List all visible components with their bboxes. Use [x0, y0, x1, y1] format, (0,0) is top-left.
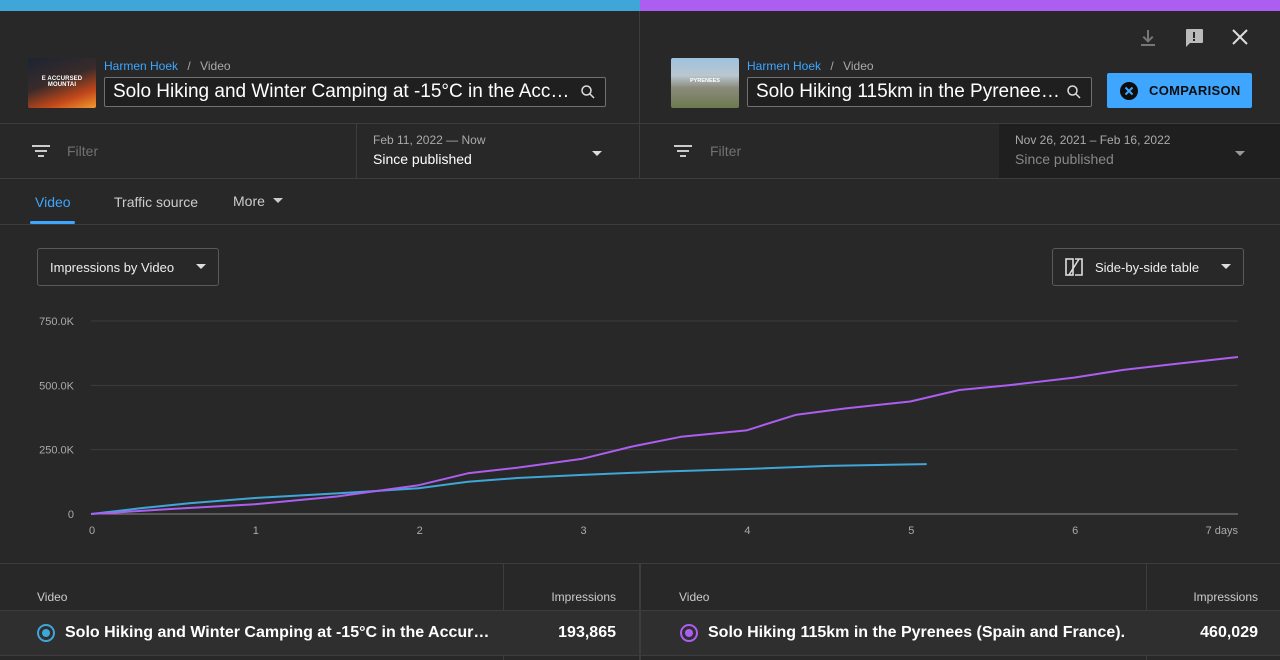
y-tick-label: 250.0K — [39, 445, 75, 457]
chevron-down-icon — [196, 264, 206, 269]
right-breadcrumb: Harmen Hoek / Video — [747, 59, 874, 73]
left-col-impressions-header[interactable]: Impressions — [516, 590, 616, 604]
x-tick-label: 4 — [744, 525, 750, 537]
series-line-2 — [90, 356, 1239, 515]
right-thumbnail-caption: PYRENEES — [690, 78, 720, 84]
right-date-range: Nov 26, 2021 – Feb 16, 2022 — [1015, 133, 1171, 147]
feedback-icon[interactable] — [1182, 26, 1206, 50]
right-date-label: Since published — [1015, 151, 1114, 167]
download-icon[interactable] — [1136, 26, 1160, 50]
right-breadcrumb-separator: / — [830, 59, 834, 73]
tab-video[interactable]: Video — [35, 194, 71, 210]
left-video-color-bar — [0, 0, 640, 11]
close-circle-icon — [1120, 81, 1138, 100]
chevron-down-icon — [272, 198, 283, 203]
comparison-button[interactable]: COMPARISON — [1107, 73, 1252, 108]
panel-divider — [639, 11, 640, 179]
comparison-label: COMPARISON — [1149, 83, 1241, 98]
search-icon[interactable] — [1065, 83, 1083, 101]
left-filter-icon[interactable] — [30, 141, 52, 166]
y-tick-label: 750.0K — [39, 316, 75, 328]
right-video-thumbnail: PYRENEES — [671, 58, 739, 108]
x-tick-label: 3 — [581, 525, 587, 537]
search-icon[interactable] — [579, 83, 597, 101]
right-channel-link[interactable]: Harmen Hoek — [747, 59, 821, 73]
left-breadcrumb-type: Video — [200, 59, 231, 73]
left-breadcrumb-separator: / — [187, 59, 191, 73]
x-tick-label: 6 — [1072, 525, 1078, 537]
x-tick-label: 2 — [417, 525, 423, 537]
x-tick-label: 7 days — [1206, 525, 1239, 537]
right-col-video-header[interactable]: Video — [679, 590, 709, 604]
left-row-impressions: 193,865 — [558, 624, 616, 641]
metric-dropdown[interactable]: Impressions by Video — [37, 248, 219, 286]
left-video-search-input[interactable]: Solo Hiking and Winter Camping at -15°C … — [104, 77, 606, 107]
close-icon[interactable] — [1228, 25, 1252, 49]
left-col-video-header[interactable]: Video — [37, 590, 67, 604]
right-video-title: Solo Hiking 115km in the Pyrenees (Spain… — [756, 81, 1065, 102]
left-date-range-picker[interactable]: Feb 11, 2022 — Now Since published — [373, 133, 623, 167]
impressions-chart: 0 250.0K 500.0K 750.0K 0 1 2 3 4 5 6 7 days — [0, 300, 1280, 550]
chevron-down-icon[interactable] — [1234, 145, 1246, 163]
divider — [0, 655, 1280, 656]
right-video-search-input[interactable]: Solo Hiking 115km in the Pyrenees (Spain… — [747, 77, 1092, 107]
right-series-radio[interactable] — [680, 624, 698, 642]
divider — [356, 124, 357, 178]
left-filter-input[interactable]: Filter — [67, 143, 98, 159]
x-tick-label: 1 — [253, 525, 259, 537]
left-series-radio[interactable] — [37, 624, 55, 642]
right-col-impressions-header[interactable]: Impressions — [1158, 590, 1258, 604]
divider — [0, 224, 1280, 225]
left-thumbnail-caption: E ACCURSED MOUNTAI — [41, 76, 83, 88]
divider — [0, 178, 1280, 179]
view-mode-label: Side-by-side table — [1095, 259, 1200, 275]
right-filter-input[interactable]: Filter — [710, 143, 741, 159]
left-date-range: Feb 11, 2022 — Now — [373, 133, 486, 147]
left-video-thumbnail: E ACCURSED MOUNTAI — [28, 58, 96, 108]
y-tick-label: 0 — [68, 509, 74, 521]
right-row-impressions: 460,029 — [1200, 624, 1258, 641]
compare-icon — [1065, 258, 1083, 276]
left-row-title[interactable]: Solo Hiking and Winter Camping at -15°C … — [65, 624, 493, 642]
chevron-down-icon — [1221, 264, 1231, 269]
right-breadcrumb-type: Video — [843, 59, 874, 73]
left-breadcrumb: Harmen Hoek / Video — [104, 59, 231, 73]
right-row-title[interactable]: Solo Hiking 115km in the Pyrenees (Spain… — [708, 624, 1136, 642]
chart-svg: 0 250.0K 500.0K 750.0K 0 1 2 3 4 5 6 7 days — [39, 316, 1239, 537]
view-mode-dropdown[interactable]: Side-by-side table — [1052, 248, 1244, 286]
right-filter-icon[interactable] — [672, 141, 694, 166]
metric-dropdown-label: Impressions by Video — [50, 259, 175, 275]
right-video-color-bar — [640, 0, 1280, 11]
tab-traffic-source[interactable]: Traffic source — [114, 194, 198, 210]
chevron-down-icon[interactable] — [591, 145, 603, 163]
tab-more[interactable]: More — [233, 193, 283, 209]
y-tick-label: 500.0K — [39, 380, 75, 392]
x-tick-label: 0 — [89, 525, 95, 537]
left-date-label: Since published — [373, 151, 472, 167]
left-channel-link[interactable]: Harmen Hoek — [104, 59, 178, 73]
x-tick-label: 5 — [908, 525, 914, 537]
left-video-title: Solo Hiking and Winter Camping at -15°C … — [113, 81, 579, 102]
right-date-range-picker[interactable]: Nov 26, 2021 – Feb 16, 2022 Since publis… — [1015, 133, 1255, 167]
tab-more-label: More — [233, 193, 265, 209]
